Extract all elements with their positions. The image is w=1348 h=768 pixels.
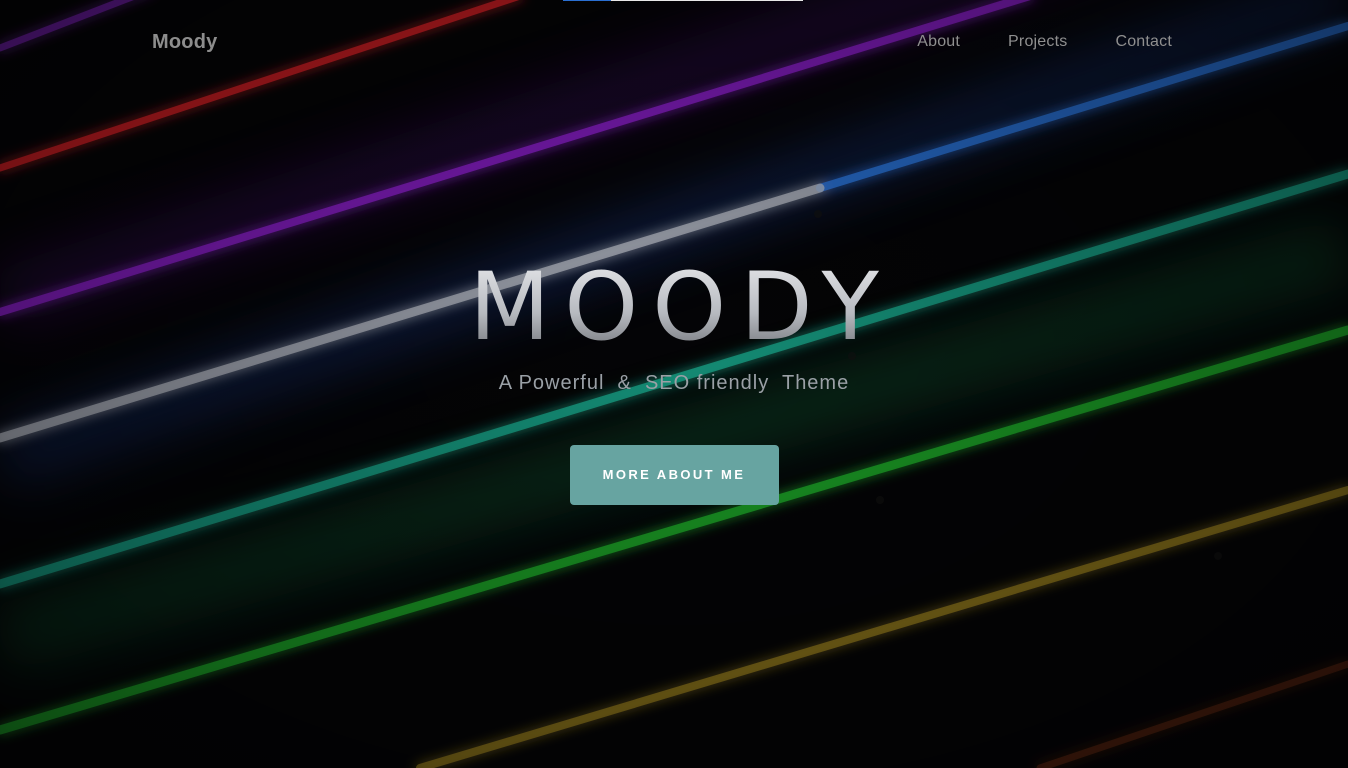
hero-section: Moody About Projects Contact MOODY A Pow… bbox=[0, 0, 1348, 768]
more-about-me-button[interactable]: MORE ABOUT ME bbox=[569, 445, 779, 505]
top-navbar: Moody About Projects Contact bbox=[0, 0, 1348, 88]
nav-link-projects[interactable]: Projects bbox=[1008, 33, 1067, 51]
hero-title: MOODY bbox=[0, 258, 1348, 358]
nav-link-contact[interactable]: Contact bbox=[1115, 33, 1172, 51]
brand-logo-link[interactable]: Moody bbox=[152, 31, 217, 54]
nav-links: About Projects Contact bbox=[917, 33, 1172, 51]
nav-link-about[interactable]: About bbox=[917, 33, 960, 51]
hero-subtitle: A Powerful & SEO friendly Theme bbox=[498, 372, 850, 394]
hero-content: MOODY A Powerful & SEO friendly Theme MO… bbox=[0, 258, 1348, 505]
